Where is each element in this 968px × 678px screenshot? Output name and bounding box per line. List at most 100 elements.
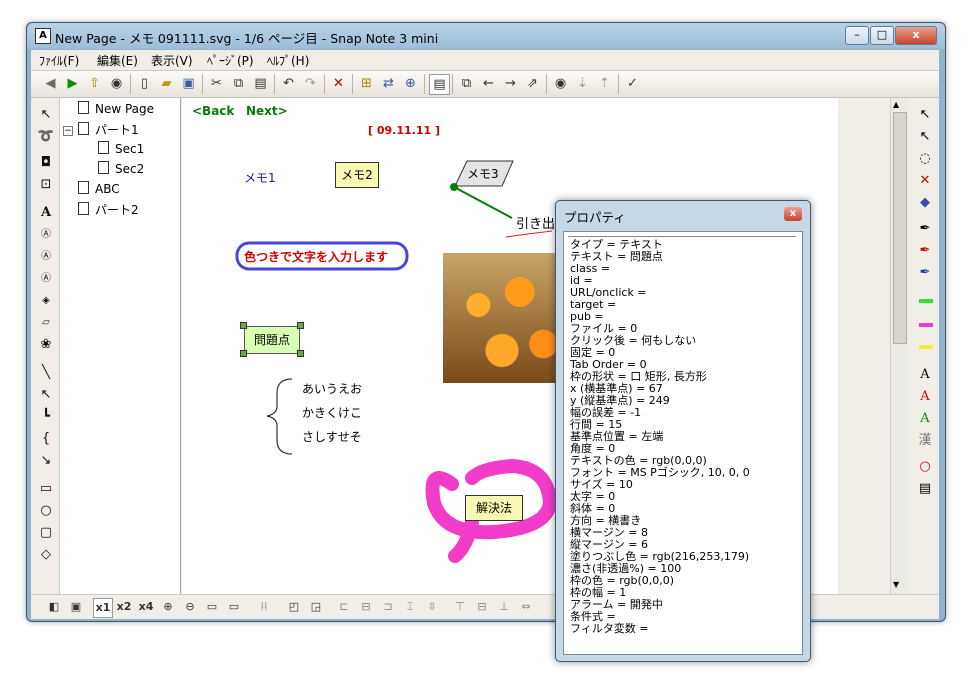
pen-black-icon[interactable]: ✒ bbox=[916, 220, 934, 238]
tree-item-part2[interactable]: パート2 bbox=[78, 201, 139, 218]
text-green-icon[interactable]: A bbox=[916, 410, 934, 428]
vertical-scrollbar[interactable]: ▲ ▼ bbox=[890, 98, 908, 594]
export-icon[interactable]: ⇗ bbox=[523, 74, 542, 93]
eye-icon[interactable]: ◉ bbox=[107, 74, 126, 93]
zoom-in-icon[interactable]: ⊕ bbox=[159, 598, 177, 616]
properties-list[interactable]: タイプ = テキスト テキスト = 問題点 class = id = URL/oncli… bbox=[563, 231, 803, 655]
menu-help[interactable]: ﾍﾙﾌﾟ(H) bbox=[267, 52, 309, 69]
lasso-select-icon[interactable]: ◌ bbox=[916, 150, 934, 168]
parallelogram-text-icon[interactable]: ▱ bbox=[37, 314, 55, 332]
align-top-icon[interactable]: ⊤ bbox=[451, 598, 469, 616]
arrow-left-icon[interactable]: ← bbox=[479, 74, 498, 93]
insert-page-icon[interactable]: ⊞ bbox=[357, 74, 376, 93]
highlighter-yellow-icon[interactable] bbox=[919, 345, 933, 349]
highlighter-green-icon[interactable] bbox=[919, 299, 933, 303]
line-tool-icon[interactable]: ╲ bbox=[37, 364, 55, 382]
brace-shape[interactable] bbox=[266, 378, 293, 455]
panel-toggle-icon[interactable]: ▣ bbox=[67, 598, 85, 616]
fit-page-icon[interactable]: ▭ bbox=[203, 598, 221, 616]
undo-icon[interactable]: ↶ bbox=[279, 74, 298, 93]
scroll-thumb[interactable] bbox=[893, 112, 907, 344]
tree-item-sec2[interactable]: Sec2 bbox=[98, 161, 144, 176]
tree-item-new-page[interactable]: New Page bbox=[78, 101, 154, 116]
menu-page[interactable]: ﾍﾟｰｼﾞ(P) bbox=[207, 52, 254, 69]
resize-handle[interactable] bbox=[297, 322, 304, 329]
panel-toggle-icon[interactable]: ◧ bbox=[45, 598, 63, 616]
bracket-line-3[interactable]: さしすせそ bbox=[302, 428, 362, 445]
properties-close-button[interactable]: x bbox=[784, 207, 802, 221]
forward-arrow-icon[interactable]: ▶ bbox=[63, 74, 82, 93]
sort-down-icon[interactable]: ⇣ bbox=[573, 74, 592, 93]
scroll-up-icon[interactable]: ▲ bbox=[893, 100, 899, 109]
boxed-text-icon[interactable]: Ⓐ bbox=[37, 226, 55, 244]
check-icon[interactable]: ✓ bbox=[623, 74, 642, 93]
oval-text-icon[interactable]: Ⓐ bbox=[37, 270, 55, 288]
stamp-icon[interactable]: ◘ bbox=[37, 154, 55, 172]
lasso-icon[interactable]: ➰ bbox=[37, 128, 55, 146]
zoom-out-icon[interactable]: ⊖ bbox=[181, 598, 199, 616]
pen-blue-icon[interactable]: ✒ bbox=[916, 264, 934, 282]
arrow-right-icon[interactable]: → bbox=[501, 74, 520, 93]
menu-view[interactable]: 表示(V) bbox=[151, 52, 193, 69]
resize-handle[interactable] bbox=[240, 350, 247, 357]
sort-up-icon[interactable]: ⇡ bbox=[595, 74, 614, 93]
text-red-icon[interactable]: A bbox=[916, 388, 934, 406]
text-black-icon[interactable]: A bbox=[916, 366, 934, 384]
paw-icon[interactable]: ❀ bbox=[37, 336, 55, 354]
close-button[interactable]: x bbox=[895, 26, 937, 45]
erase-icon[interactable]: ✕ bbox=[916, 172, 934, 190]
redo-icon[interactable]: ↷ bbox=[301, 74, 320, 93]
highlighter-pink-icon[interactable] bbox=[919, 323, 933, 327]
bracket-line-2[interactable]: かきくけこ bbox=[302, 404, 362, 421]
collapse-icon[interactable]: − bbox=[63, 126, 73, 136]
cut-icon[interactable]: ✂ bbox=[207, 74, 226, 93]
back-arrow-icon[interactable]: ◀ bbox=[41, 74, 60, 93]
menu-file[interactable]: ﾌｧｲﾙ(F) bbox=[39, 52, 79, 69]
issue-box[interactable]: 問題点 bbox=[244, 326, 300, 354]
duplicate-icon[interactable]: ⧉ bbox=[457, 74, 476, 93]
elbow-line-icon[interactable]: ┗ bbox=[37, 408, 55, 426]
align-right-icon[interactable]: ⊐ bbox=[379, 598, 397, 616]
marker-icon[interactable]: ◆ bbox=[916, 194, 934, 212]
text-tool-icon[interactable]: A bbox=[37, 204, 55, 222]
solution-box[interactable]: 解決法 bbox=[465, 495, 523, 521]
pen-red-icon[interactable]: ✒ bbox=[916, 242, 934, 260]
rounded-rect-icon[interactable]: ▢ bbox=[37, 524, 55, 542]
distribute-icon[interactable]: ⌶ bbox=[401, 598, 419, 616]
brace-icon[interactable]: { bbox=[37, 430, 55, 448]
circle-tool-icon[interactable]: ○ bbox=[37, 502, 55, 520]
zoom-x1-button[interactable]: x1 bbox=[93, 598, 113, 618]
tree-item-sec1[interactable]: Sec1 bbox=[98, 141, 144, 156]
pointer-icon[interactable]: ↖ bbox=[916, 106, 934, 124]
resize-handle[interactable] bbox=[297, 350, 304, 357]
property-line[interactable]: フィルタ変数 = bbox=[570, 623, 649, 635]
align-middle-icon[interactable]: ⊟ bbox=[473, 598, 491, 616]
resize-handle[interactable] bbox=[240, 322, 247, 329]
zoom-x4-button[interactable]: x4 bbox=[137, 598, 155, 616]
round-text-icon[interactable]: Ⓐ bbox=[37, 248, 55, 266]
new-file-icon[interactable]: ▯ bbox=[135, 74, 154, 93]
bring-front-icon[interactable]: ◰ bbox=[285, 598, 303, 616]
save-icon[interactable]: ▣ bbox=[179, 74, 198, 93]
delete-icon[interactable]: ✕ bbox=[329, 74, 348, 93]
up-folder-icon[interactable]: ⇧ bbox=[85, 74, 104, 93]
page-view-icon[interactable]: ▤ bbox=[429, 74, 450, 95]
tree-item-part1[interactable]: パート1 bbox=[78, 121, 139, 138]
same-size-icon[interactable]: ⇔ bbox=[517, 598, 535, 616]
diamond-text-icon[interactable]: ◈ bbox=[37, 292, 55, 310]
open-folder-icon[interactable]: ▰ bbox=[157, 74, 176, 93]
scroll-down-icon[interactable]: ▼ bbox=[893, 580, 899, 589]
fit-width-icon[interactable]: ▭ bbox=[225, 598, 243, 616]
paste-icon[interactable]: ▤ bbox=[251, 74, 270, 93]
send-back-icon[interactable]: ◲ bbox=[307, 598, 325, 616]
menu-edit[interactable]: 編集(E) bbox=[97, 52, 138, 69]
arrow-line-icon[interactable]: ↖ bbox=[37, 386, 55, 404]
flower-photo[interactable] bbox=[443, 253, 561, 383]
tree-item-abc[interactable]: ABC bbox=[78, 181, 120, 196]
note-icon[interactable]: ▤ bbox=[916, 480, 934, 498]
align-center-icon[interactable]: ⊟ bbox=[357, 598, 375, 616]
add-page-icon[interactable]: ⊕ bbox=[401, 74, 420, 93]
maximize-button[interactable]: □ bbox=[870, 26, 894, 45]
kanji-icon[interactable]: 漢 bbox=[916, 432, 934, 450]
grid-icon[interactable]: ⁞⁞ bbox=[255, 598, 273, 616]
